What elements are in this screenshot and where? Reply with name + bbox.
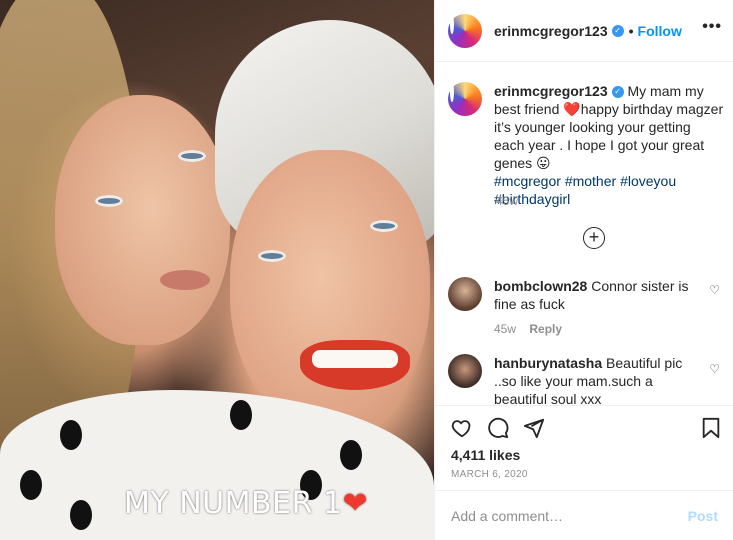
comment-time-ago: 45w xyxy=(494,322,517,336)
add-comment-bar: Post xyxy=(435,490,733,540)
shirt-dot xyxy=(70,500,92,530)
caption-text: erinmcgregor123 ✓ My mam my best friend ❤… xyxy=(494,82,724,208)
photo-overlay-text: MY NUMBER 1❤ xyxy=(124,486,368,521)
shirt-dot xyxy=(60,420,82,450)
more-options-icon[interactable]: ••• xyxy=(702,18,722,36)
share-icon[interactable] xyxy=(523,417,545,439)
avatar[interactable] xyxy=(448,13,482,48)
follow-button[interactable]: Follow xyxy=(638,23,682,39)
post-caption: erinmcgregor123 ✓ My mam my best friend ❤… xyxy=(448,82,726,208)
photo-teeth xyxy=(312,350,398,368)
post-photo[interactable]: MY NUMBER 1❤ xyxy=(0,0,434,540)
post-actions-bar xyxy=(435,405,733,449)
add-comment-input[interactable] xyxy=(451,507,688,524)
load-more-comments-icon[interactable]: + xyxy=(583,227,605,249)
hashtag-link[interactable]: #mcgregor xyxy=(494,173,561,189)
commenter-avatar[interactable] xyxy=(448,354,482,388)
post-date[interactable]: MARCH 6, 2020 xyxy=(451,469,528,480)
comment-text-block: hanburynatasha Beautiful pic ..so like y… xyxy=(494,354,699,404)
header-username[interactable]: erinmcgregor123 xyxy=(494,23,608,39)
shirt-dot xyxy=(20,470,42,500)
caption-avatar[interactable] xyxy=(448,82,482,116)
verified-badge-icon: ✓ xyxy=(611,24,624,37)
photo-overlay-label: MY NUMBER 1 xyxy=(124,486,343,521)
hashtag-link[interactable]: #mother xyxy=(565,173,616,189)
comment-meta: 45w Reply xyxy=(494,322,562,336)
shirt-dot xyxy=(340,440,362,470)
post-side-panel: erinmcgregor123 ✓ • Follow ••• erinmcgre… xyxy=(434,0,733,540)
comment-item: hanburynatasha Beautiful pic ..so like y… xyxy=(448,354,726,404)
photo-eye xyxy=(370,220,398,232)
photo-eye xyxy=(258,250,286,262)
caption-username[interactable]: erinmcgregor123 xyxy=(494,83,608,99)
photo-face-right xyxy=(230,150,430,430)
heart-like-icon[interactable]: ♡ xyxy=(709,283,720,297)
comment-item: bombclown28 Connor sister is fine as fuc… xyxy=(448,277,726,337)
verified-badge-icon: ✓ xyxy=(611,86,624,99)
caption-time-ago[interactable]: 45w xyxy=(496,194,518,208)
shirt-dot xyxy=(230,400,252,430)
comment-username[interactable]: bombclown28 xyxy=(494,278,587,294)
likes-count[interactable]: 4,411 likes xyxy=(451,447,520,463)
post-header: erinmcgregor123 ✓ • Follow ••• xyxy=(435,0,733,62)
header-separator: • xyxy=(628,22,634,39)
photo-eye xyxy=(178,150,206,162)
heart-emoji-icon: ❤ xyxy=(342,486,369,521)
photo-lips xyxy=(160,270,210,290)
comment-icon[interactable] xyxy=(487,417,509,439)
photo-face-left xyxy=(55,95,230,345)
heart-icon[interactable] xyxy=(451,417,473,439)
photo-eye xyxy=(95,195,123,207)
bookmark-icon[interactable] xyxy=(701,417,721,439)
comment-username[interactable]: hanburynatasha xyxy=(494,355,602,371)
hashtag-link[interactable]: #loveyou xyxy=(620,173,676,189)
heart-like-icon[interactable]: ♡ xyxy=(709,362,720,376)
post-comment-button[interactable]: Post xyxy=(688,508,718,524)
reply-button[interactable]: Reply xyxy=(529,322,562,336)
commenter-avatar[interactable] xyxy=(448,277,482,311)
red-heart-emoji-icon: ❤️ xyxy=(563,101,581,117)
